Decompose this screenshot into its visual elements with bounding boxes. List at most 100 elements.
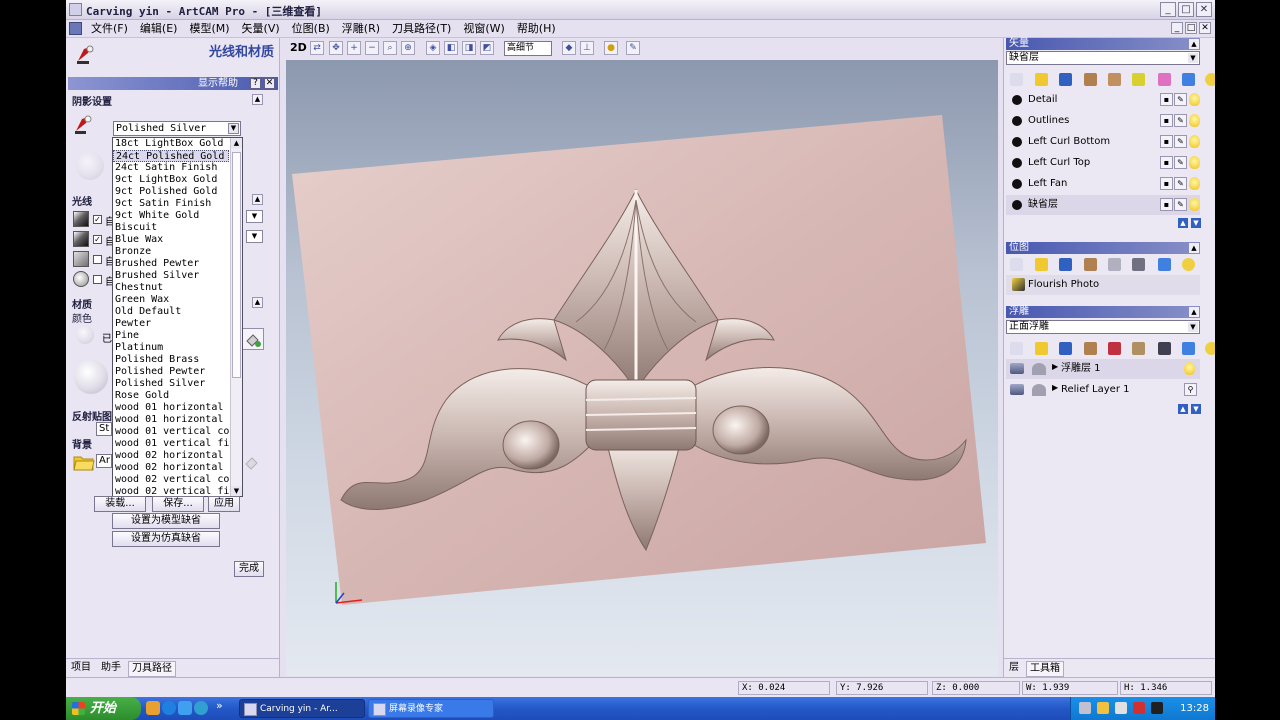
collapse-light-button[interactable]: ▲ bbox=[252, 194, 263, 205]
light-bulb-icon[interactable] bbox=[1189, 93, 1200, 106]
save-layer-icon[interactable] bbox=[1059, 73, 1072, 86]
material-option[interactable]: Blue Wax bbox=[113, 234, 229, 246]
mdi-minimize-button[interactable]: _ bbox=[1171, 22, 1183, 34]
material-option[interactable]: Old Default bbox=[113, 306, 229, 318]
new-relief-icon[interactable] bbox=[1010, 342, 1023, 355]
light-bulb-icon[interactable] bbox=[1189, 156, 1200, 169]
light-2-checkbox[interactable]: ✓ bbox=[93, 235, 102, 244]
eye-icon[interactable] bbox=[1010, 384, 1024, 395]
help-button[interactable]: ? bbox=[250, 78, 261, 89]
lock-icon[interactable]: ▪ bbox=[1160, 198, 1173, 211]
light-bulb-icon[interactable] bbox=[1184, 362, 1195, 375]
material-option[interactable]: Green Wax bbox=[113, 294, 229, 306]
move-relief-down-button[interactable]: ▼ bbox=[1191, 404, 1201, 414]
show-help-label[interactable]: 显示帮助 bbox=[198, 77, 238, 90]
paint-bucket-icon[interactable] bbox=[242, 328, 264, 350]
tray-icon[interactable] bbox=[1097, 702, 1109, 714]
maximize-button[interactable]: □ bbox=[1178, 2, 1194, 17]
side-view-icon[interactable]: ◨ bbox=[462, 41, 476, 55]
relief-visibility-icon[interactable]: ⚲ bbox=[1184, 383, 1197, 396]
material-option[interactable]: 9ct White Gold bbox=[113, 210, 229, 222]
new-layer-icon[interactable] bbox=[1010, 73, 1023, 86]
edit-icon[interactable]: ✎ bbox=[1174, 93, 1187, 106]
edit-icon[interactable]: ✎ bbox=[1174, 177, 1187, 190]
material-option[interactable]: 18ct LightBox Gold bbox=[113, 138, 229, 150]
delete-layer-icon[interactable] bbox=[1182, 73, 1195, 86]
material-option[interactable]: Polished Brass bbox=[113, 354, 229, 366]
bitmap-paint-icon[interactable] bbox=[1108, 258, 1121, 271]
material-option[interactable]: Brushed Silver bbox=[113, 270, 229, 282]
move-relief-up-button[interactable]: ▲ bbox=[1178, 404, 1188, 414]
layer-color-icon[interactable] bbox=[1012, 95, 1022, 105]
light-4-checkbox[interactable] bbox=[93, 275, 102, 284]
delete-bitmap-icon[interactable] bbox=[1158, 258, 1171, 271]
tab-project[interactable]: 项目 bbox=[68, 661, 94, 675]
task-screen-recorder[interactable]: 屏幕录像专家 bbox=[368, 699, 494, 718]
material-option[interactable]: wood 01 vertical fine bbox=[113, 438, 229, 450]
zoom-in-icon[interactable]: + bbox=[347, 41, 361, 55]
2d-view-button[interactable]: 2D bbox=[290, 41, 307, 54]
light-bulb-icon[interactable] bbox=[1205, 342, 1215, 355]
expand-arrow-icon[interactable]: ▶ bbox=[1052, 362, 1058, 371]
tray-icon[interactable] bbox=[1151, 702, 1163, 714]
zoom-out-icon[interactable]: − bbox=[365, 41, 379, 55]
relief-select[interactable]: 正面浮雕 ▼ bbox=[1006, 320, 1200, 334]
material-option[interactable]: wood 01 horizontal fi bbox=[113, 414, 229, 426]
layer-color-icon[interactable] bbox=[1012, 116, 1022, 126]
tab-layers[interactable]: 层 bbox=[1006, 661, 1022, 675]
quicklaunch-icon[interactable] bbox=[146, 701, 160, 715]
background-select[interactable]: Ar bbox=[96, 454, 112, 468]
ie-icon[interactable] bbox=[162, 701, 176, 715]
folder-icon[interactable] bbox=[73, 452, 95, 472]
menu-bitmap[interactable]: 位图(B) bbox=[286, 22, 336, 36]
lock-icon[interactable]: ▪ bbox=[1160, 135, 1173, 148]
document-icon[interactable] bbox=[69, 22, 82, 35]
relief-combine-icon[interactable] bbox=[1108, 342, 1121, 355]
bitmap-props-icon[interactable] bbox=[1084, 258, 1097, 271]
save-button[interactable]: 保存... bbox=[152, 496, 204, 512]
open-relief-icon[interactable] bbox=[1035, 342, 1048, 355]
material-option[interactable]: wood 02 vertical coa bbox=[113, 474, 229, 486]
lock-icon[interactable]: ▪ bbox=[1160, 156, 1173, 169]
scroll-down-icon[interactable]: ▼ bbox=[231, 486, 242, 496]
vector-layer-select[interactable]: 缺省层 ▼ bbox=[1006, 51, 1200, 65]
scroll-up-icon[interactable]: ▲ bbox=[231, 138, 242, 148]
material-dropdown-list[interactable]: 18ct LightBox Gold 24ct Polished Gold 24ct… bbox=[112, 137, 243, 497]
vector-layer-row[interactable]: Detail ▪ ✎ bbox=[1006, 90, 1200, 110]
move-layer-up-button[interactable]: ▲ bbox=[1178, 218, 1188, 228]
menu-file[interactable]: 文件(F) bbox=[85, 22, 134, 36]
material-option[interactable]: Biscuit bbox=[113, 222, 229, 234]
minimize-button[interactable]: _ bbox=[1160, 2, 1176, 17]
material-option[interactable]: Pewter bbox=[113, 318, 229, 330]
start-button[interactable]: 开始 bbox=[66, 697, 141, 720]
tray-icon[interactable] bbox=[1133, 702, 1145, 714]
light-1-dropdown[interactable]: ▼ bbox=[246, 210, 263, 223]
menu-relief[interactable]: 浮雕(R) bbox=[336, 22, 386, 36]
vector-layer-row[interactable]: Left Curl Bottom ▪ ✎ bbox=[1006, 132, 1200, 152]
relief-invert-icon[interactable] bbox=[1158, 342, 1171, 355]
light-bulb-icon[interactable] bbox=[1205, 73, 1215, 86]
merge-layer-icon[interactable] bbox=[1084, 73, 1097, 86]
render-quality-select[interactable]: 高细节 bbox=[504, 41, 552, 56]
zoom-window-icon[interactable]: ⌕ bbox=[383, 41, 397, 55]
material-option[interactable]: Polished Silver bbox=[113, 378, 229, 390]
render-icon[interactable]: ✎ bbox=[626, 41, 640, 55]
vector-layer-row[interactable]: Left Fan ▪ ✎ bbox=[1006, 174, 1200, 194]
apply-button[interactable]: 应用 bbox=[208, 496, 240, 512]
material-option[interactable]: wood 01 horizontal co bbox=[113, 402, 229, 414]
material-option[interactable]: wood 01 vertical coa bbox=[113, 426, 229, 438]
axis-icon[interactable]: ⊥ bbox=[580, 41, 594, 55]
menu-help[interactable]: 帮助(H) bbox=[511, 22, 562, 36]
relief-tool-icon[interactable] bbox=[1132, 342, 1145, 355]
bitmap-tool-icon[interactable] bbox=[1132, 258, 1145, 271]
lock-icon[interactable]: ▪ bbox=[1160, 177, 1173, 190]
material-option[interactable]: 9ct LightBox Gold bbox=[113, 174, 229, 186]
tab-toolbox[interactable]: 工具箱 bbox=[1026, 661, 1064, 677]
tab-assistant[interactable]: 助手 bbox=[98, 661, 124, 675]
material-option[interactable]: Chestnut bbox=[113, 282, 229, 294]
layer-color-icon[interactable] bbox=[1012, 179, 1022, 189]
scroll-thumb[interactable] bbox=[232, 152, 241, 378]
iso-view-icon[interactable]: ◈ bbox=[426, 41, 440, 55]
light-bulb-icon[interactable] bbox=[1189, 114, 1200, 127]
mdi-close-button[interactable]: ✕ bbox=[1199, 22, 1211, 34]
